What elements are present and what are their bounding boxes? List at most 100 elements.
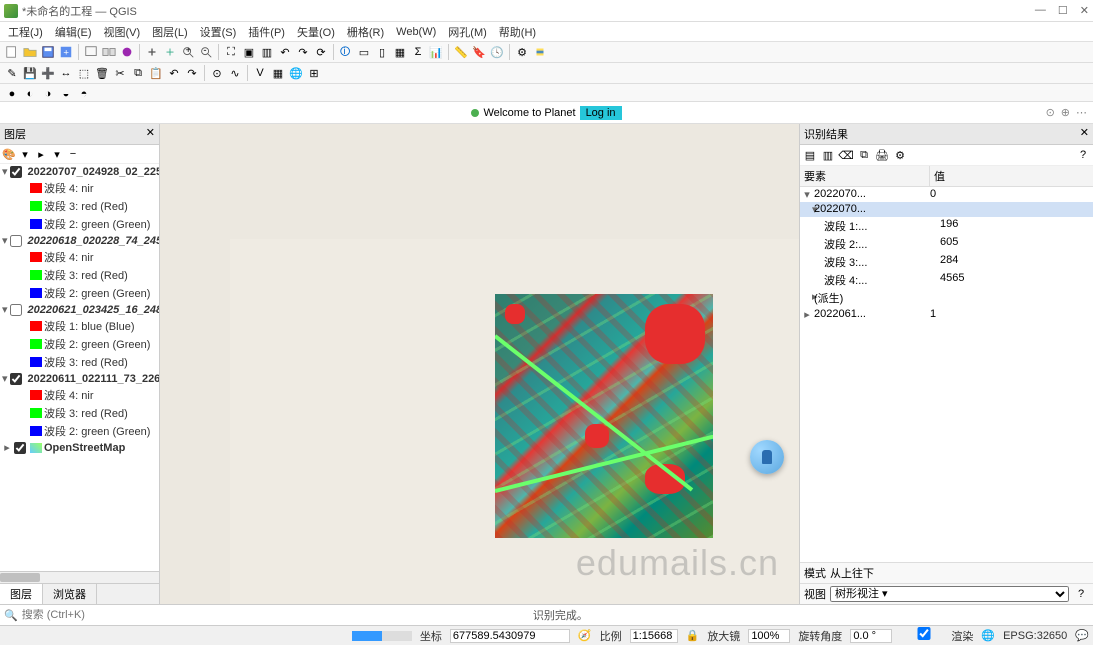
cut-icon[interactable]: ✂ bbox=[112, 65, 128, 81]
layer-checkbox[interactable] bbox=[10, 235, 22, 247]
planet-login-button[interactable]: Log in bbox=[580, 106, 622, 120]
crs-icon[interactable]: 🌐 bbox=[981, 629, 995, 642]
zoom-full-icon[interactable]: ⛶ bbox=[223, 44, 239, 60]
v-layer-icon[interactable]: V bbox=[252, 65, 268, 81]
layers-panel-close-icon[interactable]: ✕ bbox=[146, 126, 155, 142]
res-clear-icon[interactable]: ⌫ bbox=[838, 147, 854, 163]
new-project-icon[interactable] bbox=[4, 44, 20, 60]
edit-toggle-icon[interactable]: ✎ bbox=[4, 65, 20, 81]
digitize-4-icon[interactable]: ◒ bbox=[58, 86, 74, 102]
delete-icon[interactable]: 🗑 bbox=[94, 65, 110, 81]
planet-collapse-icon[interactable]: ⊙ bbox=[1046, 106, 1055, 119]
zoom-last-icon[interactable]: ↶ bbox=[277, 44, 293, 60]
rot-input[interactable] bbox=[850, 629, 892, 643]
result-arrow-icon[interactable] bbox=[802, 254, 822, 270]
result-key[interactable]: 波段 1:... bbox=[822, 218, 940, 234]
map-canvas[interactable]: edumails.cn bbox=[160, 124, 799, 604]
attr-table-icon[interactable]: ▦ bbox=[392, 44, 408, 60]
saveas-icon[interactable]: + bbox=[58, 44, 74, 60]
select-icon[interactable]: ▭ bbox=[356, 44, 372, 60]
save-project-icon[interactable] bbox=[40, 44, 56, 60]
trace-icon[interactable]: ∿ bbox=[227, 65, 243, 81]
layer-checkbox[interactable] bbox=[10, 304, 22, 316]
zoom-layer-icon[interactable]: ▥ bbox=[259, 44, 275, 60]
deselect-icon[interactable]: ▯ bbox=[374, 44, 390, 60]
close-button[interactable]: ✕ bbox=[1080, 4, 1089, 17]
menu-web[interactable]: Web(W) bbox=[390, 24, 442, 40]
layer-collapse-icon[interactable]: ▾ bbox=[50, 147, 64, 161]
layout-icon[interactable] bbox=[83, 44, 99, 60]
layer-name[interactable]: 20220621_023425_16_2485 bbox=[28, 304, 159, 316]
layer-checkbox[interactable] bbox=[10, 166, 22, 178]
menu-vector[interactable]: 矢量(O) bbox=[291, 22, 341, 42]
xyz-icon[interactable]: ⊞ bbox=[306, 65, 322, 81]
style-mgr-icon[interactable] bbox=[119, 44, 135, 60]
usb-float-button[interactable] bbox=[750, 440, 784, 474]
result-key[interactable]: 2022070... bbox=[812, 188, 930, 201]
res-print-icon[interactable]: 🖨 bbox=[874, 147, 890, 163]
menu-project[interactable]: 工程(J) bbox=[2, 22, 49, 42]
save-edits-icon[interactable]: 💾 bbox=[22, 65, 38, 81]
menu-edit[interactable]: 编辑(E) bbox=[49, 22, 98, 42]
result-arrow-icon[interactable]: ▸ bbox=[802, 290, 812, 306]
scale-input[interactable] bbox=[630, 629, 678, 643]
move-feature-icon[interactable]: ↔ bbox=[58, 65, 74, 81]
digitize-5-icon[interactable]: ◓ bbox=[76, 86, 92, 102]
result-arrow-icon[interactable] bbox=[802, 236, 822, 252]
result-arrow-icon[interactable] bbox=[802, 218, 822, 234]
layer-arrow-icon[interactable]: ▾ bbox=[2, 165, 8, 178]
result-arrow-icon[interactable]: ▸ bbox=[802, 308, 812, 321]
coord-btn-icon[interactable]: 🧭 bbox=[578, 629, 592, 642]
identify-panel-close-icon[interactable]: ✕ bbox=[1080, 126, 1089, 142]
zoom-input[interactable] bbox=[748, 629, 790, 643]
result-arrow-icon[interactable]: ▾ bbox=[802, 203, 812, 216]
identify-tree[interactable]: ▾ 2022070... 0▾ 2022070... 波段 1:... 196 … bbox=[800, 187, 1093, 562]
measure-icon[interactable]: 📏 bbox=[453, 44, 469, 60]
layer-checkbox[interactable] bbox=[14, 442, 26, 454]
layer-arrow-icon[interactable]: ▾ bbox=[2, 372, 8, 385]
tab-browser[interactable]: 浏览器 bbox=[43, 584, 97, 604]
r-layer-icon[interactable]: ▦ bbox=[270, 65, 286, 81]
menu-mesh[interactable]: 网孔(M) bbox=[442, 22, 493, 42]
res-collapse-icon[interactable]: ▥ bbox=[820, 147, 836, 163]
layer-arrow-icon[interactable]: ▸ bbox=[2, 441, 12, 454]
result-arrow-icon[interactable]: ▾ bbox=[802, 188, 812, 201]
layer-checkbox[interactable] bbox=[10, 373, 22, 385]
wms-icon[interactable]: 🌐 bbox=[288, 65, 304, 81]
temporal-icon[interactable]: 🕓 bbox=[489, 44, 505, 60]
menu-view[interactable]: 视图(V) bbox=[98, 22, 147, 42]
menu-settings[interactable]: 设置(S) bbox=[194, 22, 243, 42]
layer-expand-icon[interactable]: ▸ bbox=[34, 147, 48, 161]
menu-layer[interactable]: 图层(L) bbox=[146, 22, 193, 42]
layer-style-icon[interactable]: 🎨 bbox=[2, 147, 16, 161]
coord-input[interactable] bbox=[450, 629, 570, 643]
stats-icon[interactable]: 📊 bbox=[428, 44, 444, 60]
redo-icon[interactable]: ↷ bbox=[184, 65, 200, 81]
result-key[interactable]: 2022070... bbox=[812, 203, 930, 216]
result-key[interactable]: 波段 3:... bbox=[822, 254, 940, 270]
pan-selection-icon[interactable] bbox=[162, 44, 178, 60]
layer-arrow-icon[interactable]: ▾ bbox=[2, 303, 8, 316]
view-help-icon[interactable]: ? bbox=[1073, 586, 1089, 602]
render-checkbox[interactable]: 渲染 bbox=[900, 627, 973, 644]
snap-icon[interactable]: ⊙ bbox=[209, 65, 225, 81]
maximize-button[interactable]: ☐ bbox=[1058, 4, 1068, 17]
planet-expand-icon[interactable]: ⊕ bbox=[1061, 106, 1070, 119]
paste-icon[interactable]: 📋 bbox=[148, 65, 164, 81]
digitize-2-icon[interactable]: ◐ bbox=[22, 86, 38, 102]
field-calc-icon[interactable]: Σ bbox=[410, 44, 426, 60]
undo-icon[interactable]: ↶ bbox=[166, 65, 182, 81]
layout-mgr-icon[interactable] bbox=[101, 44, 117, 60]
result-key[interactable]: 波段 2:... bbox=[822, 236, 940, 252]
node-tool-icon[interactable]: ⬚ bbox=[76, 65, 92, 81]
identify-icon[interactable]: i bbox=[338, 44, 354, 60]
layer-remove-icon[interactable]: − bbox=[66, 147, 80, 161]
zoom-in-icon[interactable]: + bbox=[180, 44, 196, 60]
result-arrow-icon[interactable] bbox=[802, 272, 822, 288]
view-select[interactable]: 树形视注 ▾ bbox=[830, 586, 1069, 602]
res-help-icon[interactable]: ? bbox=[1075, 147, 1091, 163]
crs-text[interactable]: EPSG:32650 bbox=[1003, 630, 1067, 642]
res-expand-icon[interactable]: ▤ bbox=[802, 147, 818, 163]
search-input[interactable] bbox=[22, 609, 523, 621]
menu-raster[interactable]: 栅格(R) bbox=[341, 22, 390, 42]
